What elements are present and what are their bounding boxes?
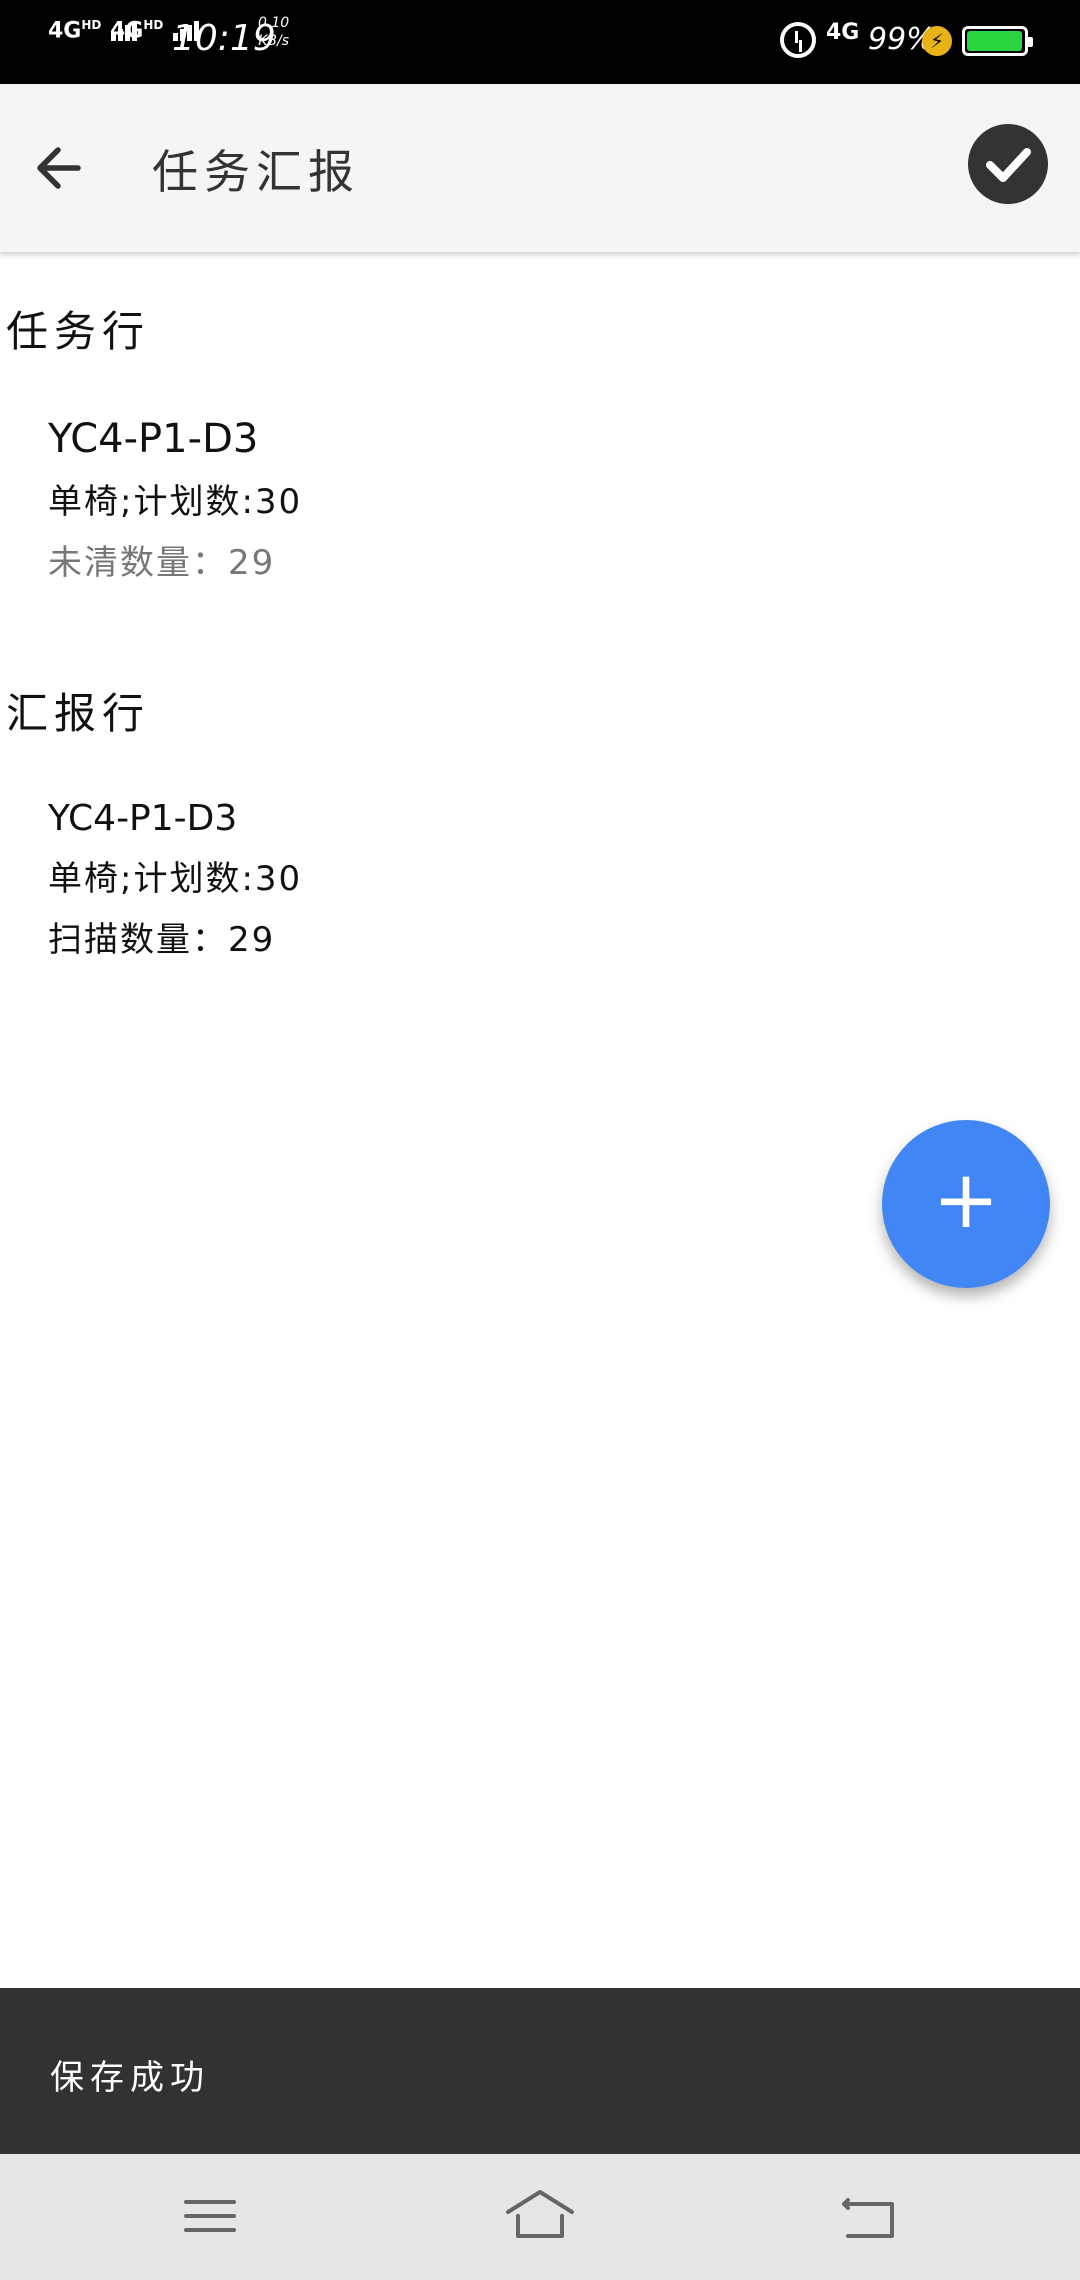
add-button[interactable]: +: [882, 1120, 1050, 1288]
report-item-code: YC4-P1-D3: [48, 798, 238, 839]
sim2-network: 4G: [110, 18, 144, 44]
task-item-plan: 单椅;计划数:30: [48, 482, 303, 522]
alarm-icon: [780, 22, 816, 58]
status-bar: 4GHD 4GHD 10:19 0.10 KB/s 4G 99% ⚡: [0, 0, 1080, 84]
check-icon: [986, 148, 1031, 182]
scanned-value: 29: [228, 920, 276, 960]
sim2-hd: HD: [143, 18, 164, 32]
menu-icon: [184, 2200, 236, 2232]
app-bar: 任务汇报: [0, 84, 1080, 252]
report-item[interactable]: YC4-P1-D3 单椅;计划数:30 扫描数量：29: [48, 798, 302, 961]
page-title: 任务汇报: [152, 145, 360, 199]
speed-unit: KB/s: [258, 33, 289, 49]
report-item-plan: 单椅;计划数:30: [48, 859, 303, 899]
sim1-hd: HD: [81, 18, 102, 32]
snackbar-message: 保存成功: [50, 2058, 210, 2098]
nav-menu-button[interactable]: [172, 2180, 252, 2250]
system-nav-bar: [0, 2154, 1080, 2280]
plus-icon: +: [932, 1153, 1000, 1246]
remaining-label: 未清数量：: [48, 543, 228, 583]
nav-home-button[interactable]: [500, 2180, 580, 2250]
task-section-title: 任务行: [6, 307, 151, 356]
report-item-scanned: 扫描数量：29: [48, 912, 302, 961]
task-item-code: YC4-P1-D3: [48, 416, 259, 462]
battery-icon: [962, 26, 1033, 56]
remaining-value: 29: [228, 543, 276, 583]
network-type: 4G: [826, 20, 860, 45]
report-section-title: 汇报行: [6, 689, 151, 738]
charging-icon: ⚡: [922, 26, 952, 56]
arrow-left-icon: [37, 147, 81, 189]
nav-back-button[interactable]: [830, 2180, 910, 2250]
speed-value: 0.10: [258, 15, 290, 31]
home-icon: [506, 2190, 574, 2238]
sim1-network: 4G: [48, 18, 82, 44]
save-button[interactable]: [968, 124, 1048, 204]
back-button[interactable]: [22, 130, 98, 206]
task-item-remaining: 未清数量：29: [48, 535, 302, 584]
back-icon: [842, 2198, 894, 2238]
scanned-label: 扫描数量：: [48, 920, 228, 960]
network-speed: 0.10 KB/s: [258, 14, 289, 50]
task-item[interactable]: YC4-P1-D3 单椅;计划数:30 未清数量：29: [48, 416, 302, 584]
snackbar: 保存成功: [0, 1988, 1080, 2154]
